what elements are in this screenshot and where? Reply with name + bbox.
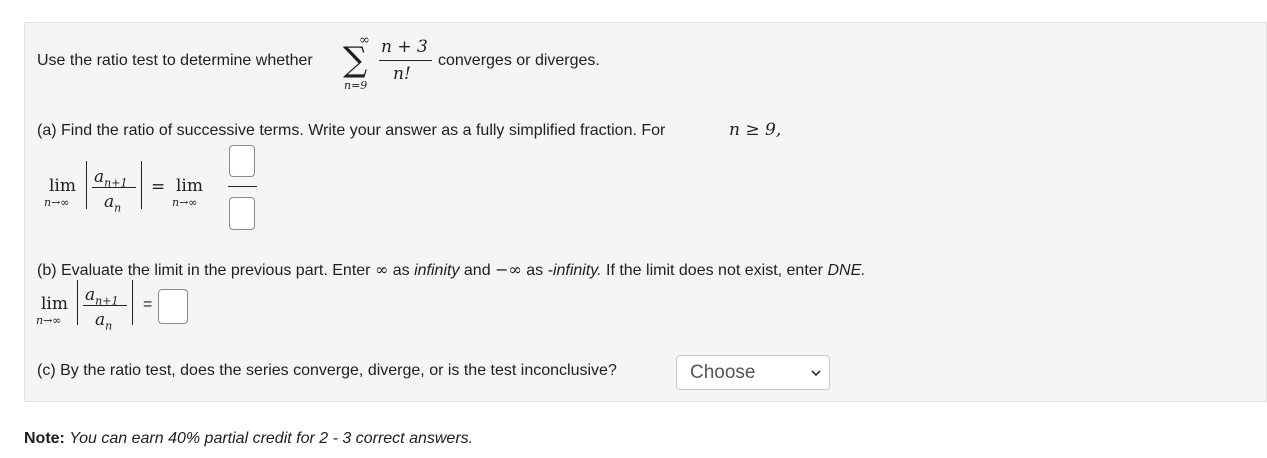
select-value: Choose [690,362,756,383]
part-a-equals: = [151,177,166,197]
part-a-condition: n ≥ 9, [729,120,782,140]
series-fraction-bar [379,60,432,61]
part-a-denominator-input[interactable] [229,197,255,230]
part-a-ratio-bar [92,187,136,188]
part-c-choose-select[interactable]: Choose [676,355,830,390]
part-b-abs-left [77,280,78,325]
series-lower-limit: n=9 [344,79,368,92]
part-a-text: (a) Find the ratio of successive terms. … [37,122,666,139]
part-a-lim: lim [49,176,76,196]
part-a-numerator-input[interactable] [229,145,255,177]
neg-infinity-symbol: −∞ [495,260,522,279]
part-b-abs-right [132,280,133,325]
part-b-ratio-denominator: an [95,310,113,333]
note-label: Note: [24,430,65,447]
question-panel [24,22,1267,402]
part-b-answer-input[interactable] [158,289,188,324]
part-b-lim-subscript: n→∞ [36,314,62,327]
summation-symbol: ∑ [343,40,368,80]
part-a-abs-right [141,161,142,209]
series-denominator: n! [393,64,411,84]
part-b-instructions: (b) Evaluate the limit in the previous p… [37,260,866,279]
infinity-symbol: ∞ [374,260,389,279]
part-a-abs-left [86,161,87,209]
part-a-ratio-denominator: an [104,192,122,215]
part-b-lim: lim [41,294,68,314]
part-a-lim2-subscript: n→∞ [172,196,198,209]
part-a-lim-subscript: n→∞ [44,196,70,209]
intro-text-before: Use the ratio test to determine whether [37,52,313,69]
part-c-text: (c) By the ratio test, does the series c… [37,362,617,379]
part-b-ratio-bar [83,305,127,306]
chevron-down-icon [811,370,821,377]
intro-text-after: converges or diverges. [438,52,600,69]
series-numerator: n + 3 [381,37,428,57]
part-a-lim2: lim [176,176,203,196]
note: Note: You can earn 40% partial credit fo… [24,430,473,448]
part-a-answer-fraction-bar [228,186,257,187]
part-b-equals: = [143,296,153,313]
note-text: You can earn 40% partial credit for 2 - … [69,430,474,447]
